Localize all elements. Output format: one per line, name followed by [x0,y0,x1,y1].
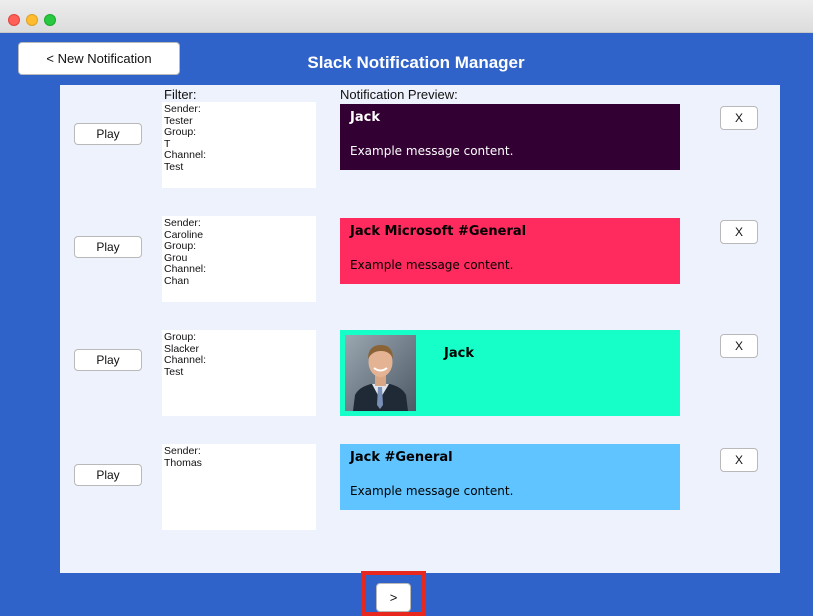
play-button[interactable]: Play [74,349,142,371]
play-button[interactable]: Play [74,123,142,145]
new-notification-button[interactable]: < New Notification [18,42,180,75]
filter-box: Sender: Caroline Group: Grou Channel: Ch… [162,216,316,302]
notification-preview: Jack Example message content. [340,104,680,170]
next-page-button[interactable]: > [376,583,411,612]
preview-header: Notification Preview: [340,87,458,102]
preview-message: Example message content. [350,258,514,272]
zoom-window-button[interactable] [44,14,56,26]
filter-line: Test [164,365,184,378]
preview-title: Jack [444,346,474,361]
minimize-window-button[interactable] [26,14,38,26]
notification-preview: Jack Microsoft #General Example message … [340,218,680,284]
filter-line: Chan [164,274,190,287]
app-window: < New Notification Slack Notification Ma… [0,33,813,616]
close-window-button[interactable] [8,14,20,26]
notification-preview: Jack #General Example message content. [340,444,680,510]
remove-notification-button[interactable]: X [720,106,758,130]
filter-line: Thomas [164,456,202,469]
remove-notification-button[interactable]: X [720,334,758,358]
filter-line: Channel: [164,263,207,275]
notification-list-panel: Filter: Notification Preview: Play Sende… [60,85,780,573]
filter-line: Group: [164,331,197,343]
filter-box: Group: Slacker Channel: Test [162,330,316,416]
play-button[interactable]: Play [74,464,142,486]
preview-title: Jack Microsoft #General [350,224,527,239]
filter-header: Filter: [164,87,197,102]
filter-box: Sender: Thomas [162,444,316,530]
filter-line: Test [164,160,184,173]
filter-line: Group: [164,240,197,252]
notification-row: Play Sender: Tester Group: T Channel: Te… [60,102,780,188]
filter-line: Group: [164,126,197,138]
avatar [345,335,416,411]
filter-line: Sender: [164,217,201,229]
sender-photo-icon [345,335,416,411]
app-title: Slack Notification Manager [307,53,525,72]
filter-line: Channel: [164,149,207,161]
remove-notification-button[interactable]: X [720,220,758,244]
filter-line: Sender: [164,103,201,115]
play-button[interactable]: Play [74,236,142,258]
notification-row: Play Group: Slacker Channel: Test Jack X [60,330,780,416]
preview-title: Jack [350,110,380,125]
window-titlebar [0,0,813,33]
notification-row: Play Sender: Caroline Group: Grou Channe… [60,216,780,302]
remove-notification-button[interactable]: X [720,448,758,472]
preview-message: Example message content. [350,144,514,158]
filter-line: Sender: [164,445,201,457]
notification-preview: Jack [340,330,680,416]
filter-box: Sender: Tester Group: T Channel: Test [162,102,316,188]
preview-title: Jack #General [350,450,453,465]
notification-row: Play Sender: Thomas Jack #General Exampl… [60,444,780,530]
preview-message: Example message content. [350,484,514,498]
filter-line: Channel: [164,354,207,366]
